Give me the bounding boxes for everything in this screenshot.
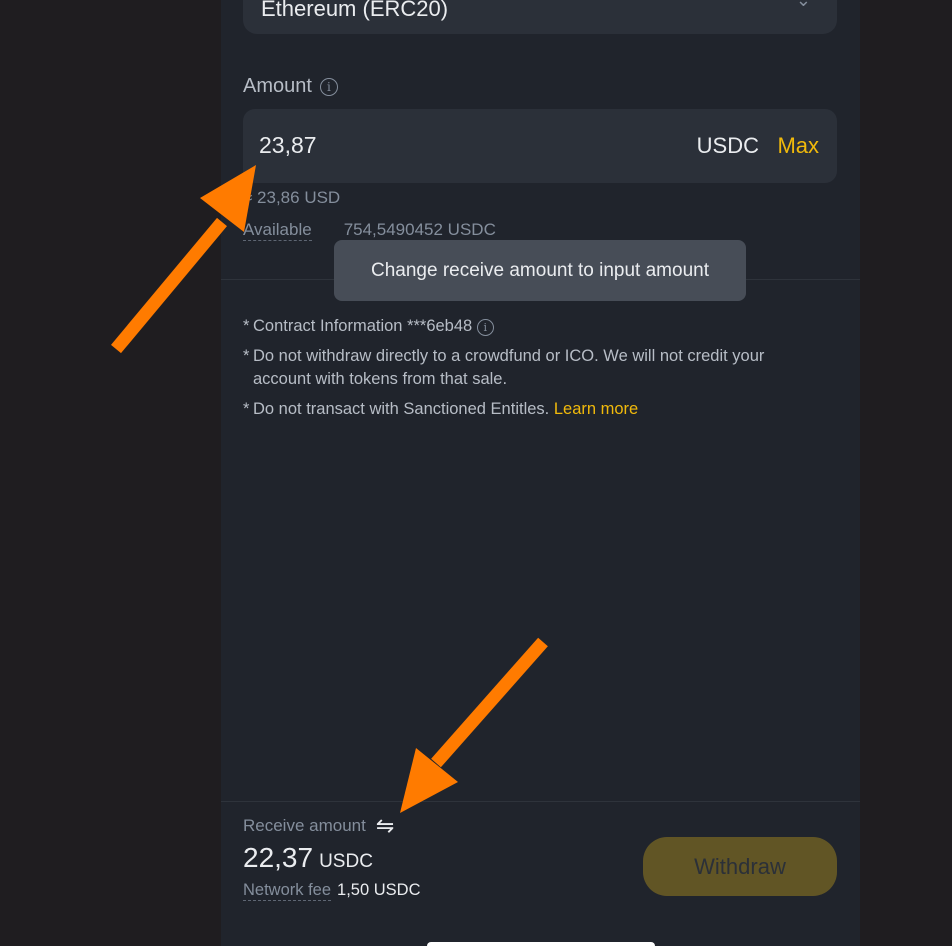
available-row: Available 754,5490452 USDC: [243, 220, 496, 241]
amount-label-row: Amount i: [243, 75, 338, 98]
network-fee-label[interactable]: Network fee: [243, 881, 332, 901]
withdraw-panel: Ethereum (ERC20) ⌄ Amount i 23,87 USDC M…: [221, 0, 860, 946]
network-select[interactable]: Ethereum (ERC20) ⌄: [243, 0, 837, 34]
tooltip-text: Change receive amount to input amount: [371, 259, 709, 281]
network-value: Ethereum (ERC20): [261, 0, 449, 21]
max-button[interactable]: Max: [777, 133, 819, 159]
amount-unit: USDC: [696, 133, 759, 158]
available-value: 754,5490452 USDC: [343, 220, 496, 239]
note-bullet: *: [243, 347, 250, 365]
contract-info-icon[interactable]: i: [476, 319, 494, 336]
amount-input[interactable]: 23,87 USDC Max: [243, 109, 837, 183]
network-fee-value: 1,50 USDC: [337, 881, 421, 899]
swap-arrows-icon[interactable]: ⇋: [376, 815, 394, 837]
receive-amount: 22,37 USDC: [243, 842, 373, 874]
sanctions-text: Do not transact with Sanctioned Entitles…: [253, 400, 550, 418]
amount-input-value[interactable]: 23,87: [259, 132, 317, 159]
note-bullet: *: [243, 317, 250, 335]
footer-divider: [221, 801, 860, 802]
info-icon[interactable]: i: [319, 77, 338, 96]
usd-equivalent: ≈ 23,86 USD: [243, 188, 341, 207]
ico-warning-text: Do not withdraw directly to a crowdfund …: [253, 347, 765, 388]
receive-unit: USDC: [319, 851, 373, 872]
notes: * Contract Information ***6eb48 i * Do n…: [243, 315, 823, 428]
learn-more-link[interactable]: Learn more: [554, 400, 638, 418]
receive-value: 22,37: [243, 842, 314, 873]
receive-label-row: Receive amount ⇋: [243, 815, 394, 837]
contract-info-text: Contract Information ***6eb48: [253, 317, 473, 335]
available-label[interactable]: Available: [243, 220, 312, 241]
amount-label: Amount: [243, 75, 312, 97]
fee-row: Network fee 1,50 USDC: [243, 881, 421, 901]
withdraw-button[interactable]: Withdraw: [643, 837, 837, 896]
note-contract-info: * Contract Information ***6eb48 i: [243, 315, 823, 338]
note-bullet: *: [243, 400, 250, 418]
receive-label: Receive amount: [243, 816, 366, 835]
note-ico-warning: * Do not withdraw directly to a crowdfun…: [243, 345, 823, 391]
chevron-down-icon: ⌄: [795, 0, 811, 10]
tooltip: Change receive amount to input amount: [334, 240, 746, 301]
screen: Ethereum (ERC20) ⌄ Amount i 23,87 USDC M…: [0, 0, 952, 946]
home-indicator: [427, 942, 655, 946]
note-sanctions: * Do not transact with Sanctioned Entitl…: [243, 398, 823, 421]
